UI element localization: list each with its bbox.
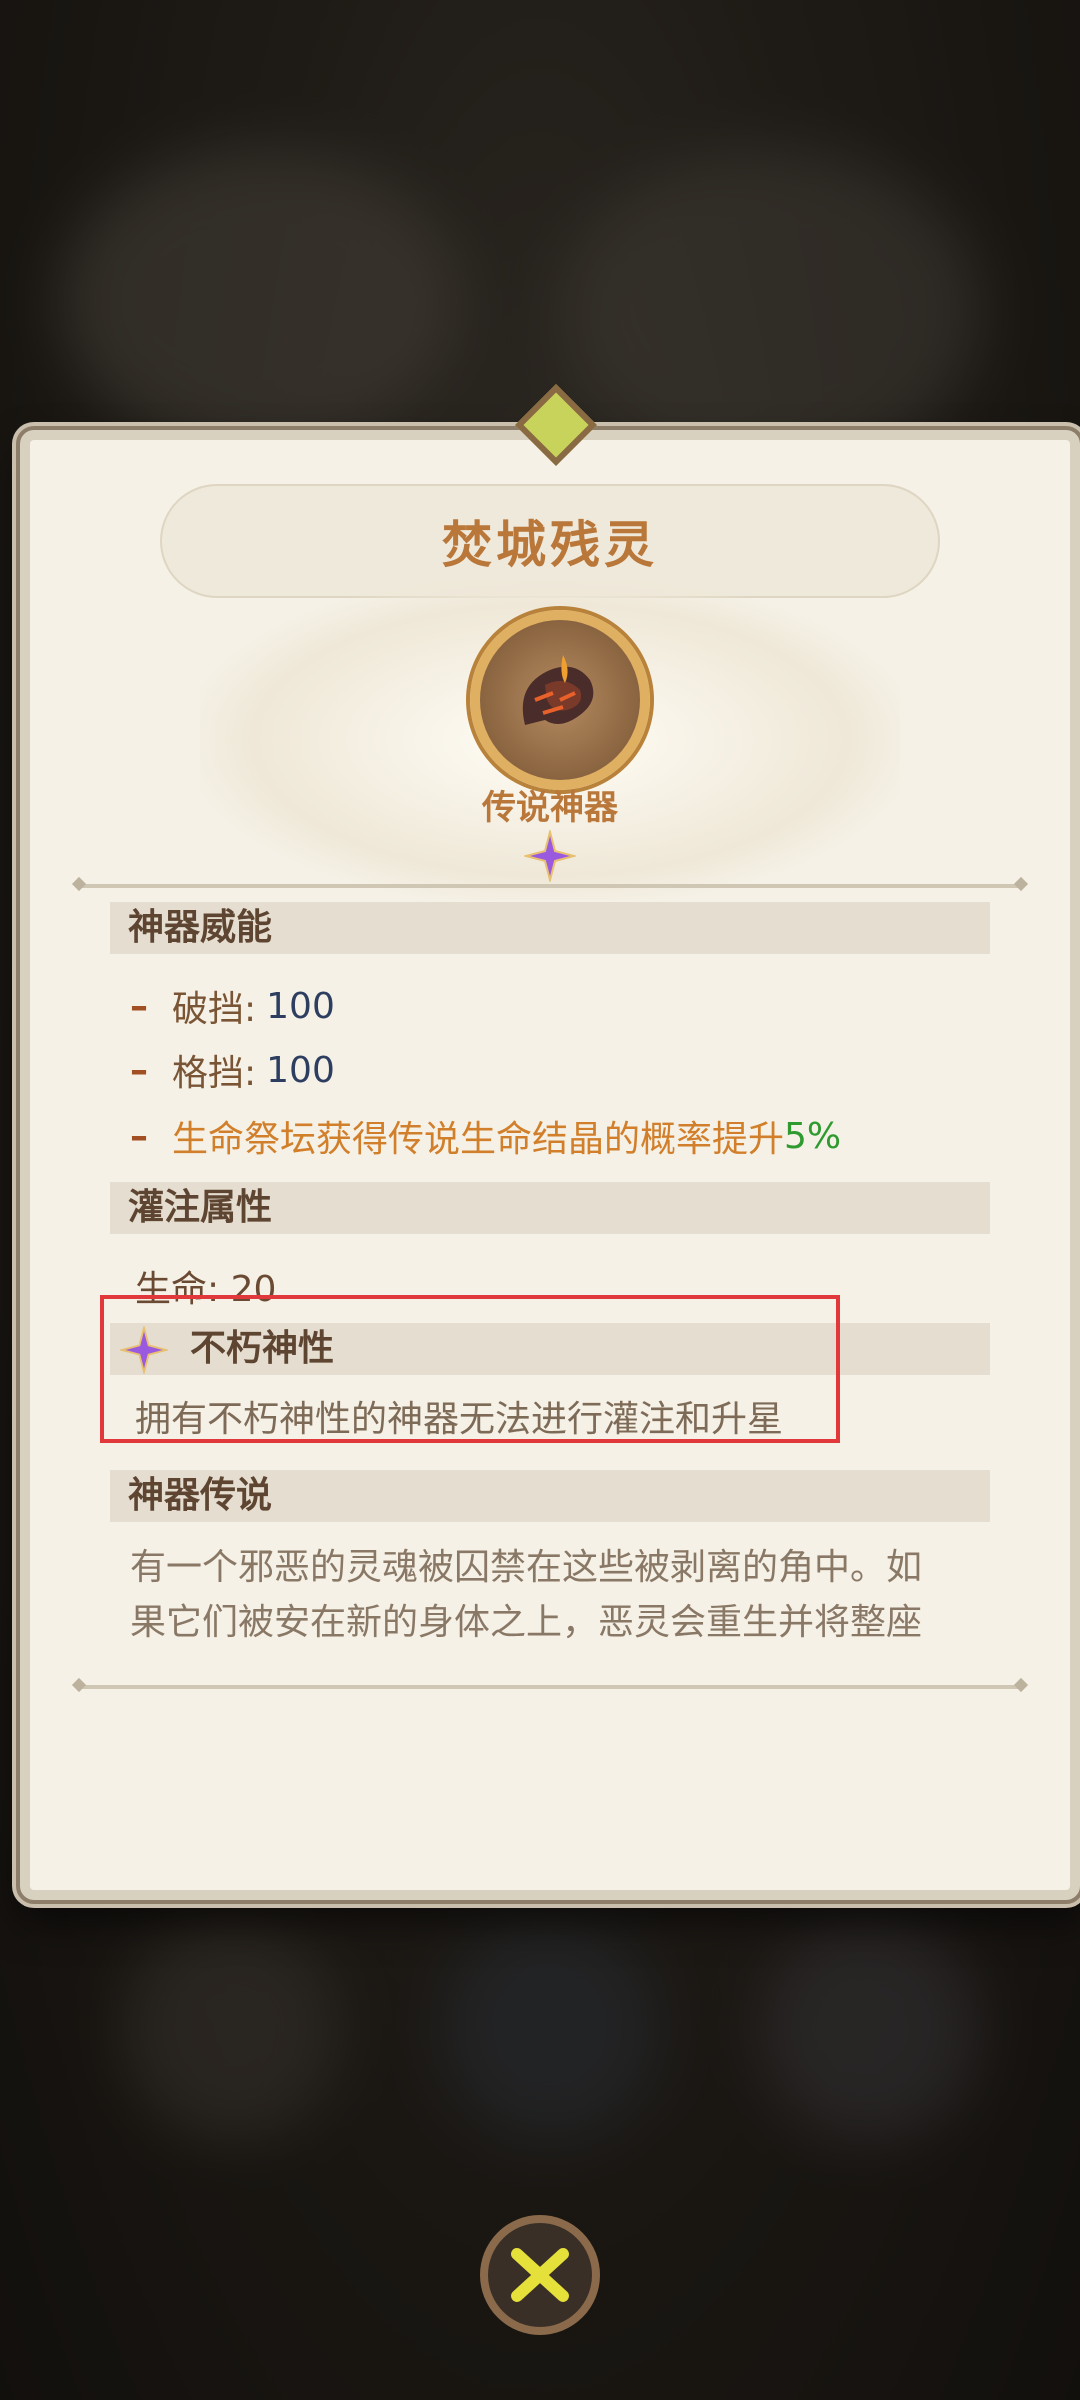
- bullet-dash: –: [130, 1049, 148, 1091]
- stat-value: 100: [266, 1049, 335, 1091]
- purple-star-icon: [522, 828, 578, 886]
- close-icon: [511, 2248, 569, 2302]
- stat-value: 100: [266, 985, 335, 1027]
- bullet-dash: –: [130, 1115, 148, 1157]
- rarity-label: 传说神器: [482, 788, 618, 828]
- section-header-lore: 神器传说: [110, 1470, 990, 1522]
- lore-line: 果它们被安在新的身体之上，恶灵会重生并将整座: [130, 1602, 923, 1643]
- stat-label: 破挡:: [172, 989, 257, 1030]
- bonus-value: 5%: [784, 1115, 842, 1157]
- section-header-infuse: 灌注属性: [110, 1182, 990, 1234]
- bonus-text: 生命祭坛获得传说生命结晶的概率提升: [172, 1119, 785, 1160]
- stat-line: – 格挡: 100: [130, 1044, 335, 1096]
- section-divider: [80, 1685, 1020, 1689]
- section-header-power: 神器威能: [110, 902, 990, 954]
- horn-artifact-icon: [522, 655, 594, 725]
- stat-line: – 破挡: 100: [130, 980, 335, 1032]
- highlight-box: [100, 1295, 840, 1443]
- section-divider: [80, 884, 1020, 888]
- bullet-dash: –: [130, 985, 148, 1027]
- close-button[interactable]: [480, 2215, 600, 2335]
- artifact-detail-card: 焚城残灵 传说神器 神器威能 – 破挡: 100 – 格挡: 100 – 生命祭…: [16, 383, 1080, 1904]
- lore-line: 有一个邪恶的灵魂被囚禁在这些被剥离的角中。如: [130, 1547, 923, 1588]
- bonus-line: – 生命祭坛获得传说生命结晶的概率提升 5%: [130, 1110, 841, 1162]
- stat-label: 格挡:: [172, 1053, 257, 1094]
- lore-text: 有一个邪恶的灵魂被囚禁在这些被剥离的角中。如 果它们被安在新的身体之上，恶灵会重…: [130, 1540, 970, 1650]
- artifact-medal: [470, 610, 650, 790]
